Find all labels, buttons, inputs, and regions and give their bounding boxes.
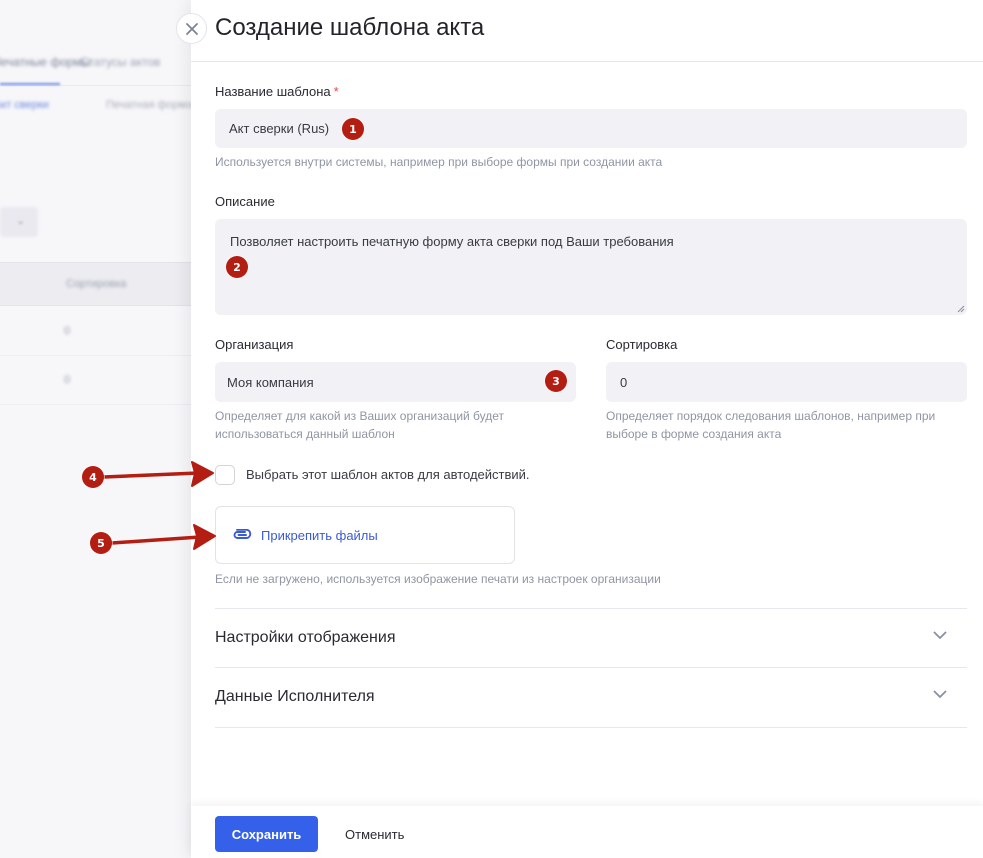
close-icon: [185, 22, 198, 35]
background-sort-header: Сортировка: [66, 278, 127, 290]
sorting-label: Сортировка: [606, 337, 678, 352]
section-title: Настройки отображения: [215, 629, 396, 646]
organization-hint-line: Определяет для какой из Ваших организаци…: [215, 409, 505, 423]
background-page: Печатные формы Статусы актов Акт сверки …: [0, 0, 191, 858]
annotation-badge: 5: [90, 532, 112, 554]
background-filter-box: ⌄: [0, 207, 38, 237]
organization-hint: Определяет для какой из Ваших организаци…: [215, 407, 504, 443]
required-mark: *: [333, 84, 339, 99]
section-title: Данные Исполнителя: [215, 688, 375, 705]
auto-actions-checkbox[interactable]: [215, 465, 235, 485]
chevron-down-icon: [933, 631, 947, 639]
background-tab: Статусы актов: [80, 55, 161, 69]
annotation-badge: 2: [226, 256, 248, 278]
organization-value: Моя компания: [227, 374, 314, 390]
section-divider: [215, 727, 967, 728]
description-label: Описание: [215, 194, 275, 209]
template-name-input[interactable]: Акт сверки (Rus): [215, 109, 967, 148]
background-subtab: Акт сверки: [0, 99, 49, 111]
header-divider: [191, 61, 983, 62]
sorting-hint-line: Определяет порядок следования шаблонов, …: [606, 409, 936, 423]
resize-handle-icon[interactable]: [956, 304, 965, 313]
drawer-footer: Сохранить Отменить: [191, 806, 983, 858]
background-table-row: 0: [0, 307, 191, 356]
description-value: Позволяет настроить печатную форму акта …: [230, 234, 674, 249]
sorting-hint: Определяет порядок следования шаблонов, …: [606, 407, 935, 443]
background-row-value: 0: [64, 325, 71, 337]
template-name-hint: Используется внутри системы, например пр…: [215, 155, 663, 169]
cancel-button[interactable]: Отменить: [345, 816, 404, 852]
background-subtab: Печатная форма: [106, 99, 191, 111]
background-tabs: Печатные формы Статусы актов: [0, 52, 191, 86]
sorting-input[interactable]: 0: [606, 362, 967, 402]
background-tab: Печатные формы: [0, 55, 91, 69]
chevron-down-icon: [933, 690, 947, 698]
background-row-value: 0: [64, 374, 71, 386]
paperclip-icon: [233, 529, 252, 539]
annotation-badge: 3: [545, 370, 567, 392]
template-name-label: Название шаблона *: [215, 84, 339, 99]
template-name-label-text: Название шаблона: [215, 84, 331, 99]
section-executor-data[interactable]: Данные Исполнителя: [215, 667, 967, 727]
sorting-value: 0: [620, 374, 628, 390]
annotation-badge: 1: [342, 118, 364, 140]
organization-hint-line: использоваться данный шаблон: [215, 427, 395, 441]
attach-files-button[interactable]: Прикрепить файлы: [215, 506, 515, 564]
sorting-hint-line: выборе в форме создания акта: [606, 427, 782, 441]
background-tab-indicator: [0, 83, 60, 85]
description-textarea[interactable]: Позволяет настроить печатную форму акта …: [215, 219, 967, 315]
background-table-header: Сортировка: [0, 262, 191, 306]
attach-hint: Если не загружено, используется изображе…: [215, 572, 661, 586]
template-name-value: Акт сверки (Rus): [229, 121, 330, 136]
organization-label: Организация: [215, 337, 294, 352]
section-display-settings[interactable]: Настройки отображения: [215, 608, 967, 668]
attach-files-label: Прикрепить файлы: [261, 527, 378, 543]
drawer-title: Создание шаблона акта: [215, 14, 485, 41]
annotation-badge: 4: [82, 466, 104, 488]
background-table-row: 0: [0, 356, 191, 405]
create-template-drawer: Создание шаблона акта Название шаблона * …: [191, 0, 983, 858]
organization-select[interactable]: Моя компания: [215, 362, 576, 402]
close-button[interactable]: [176, 13, 207, 44]
save-button[interactable]: Сохранить: [215, 816, 318, 852]
auto-actions-label[interactable]: Выбрать этот шаблон актов для автодейств…: [246, 467, 530, 482]
